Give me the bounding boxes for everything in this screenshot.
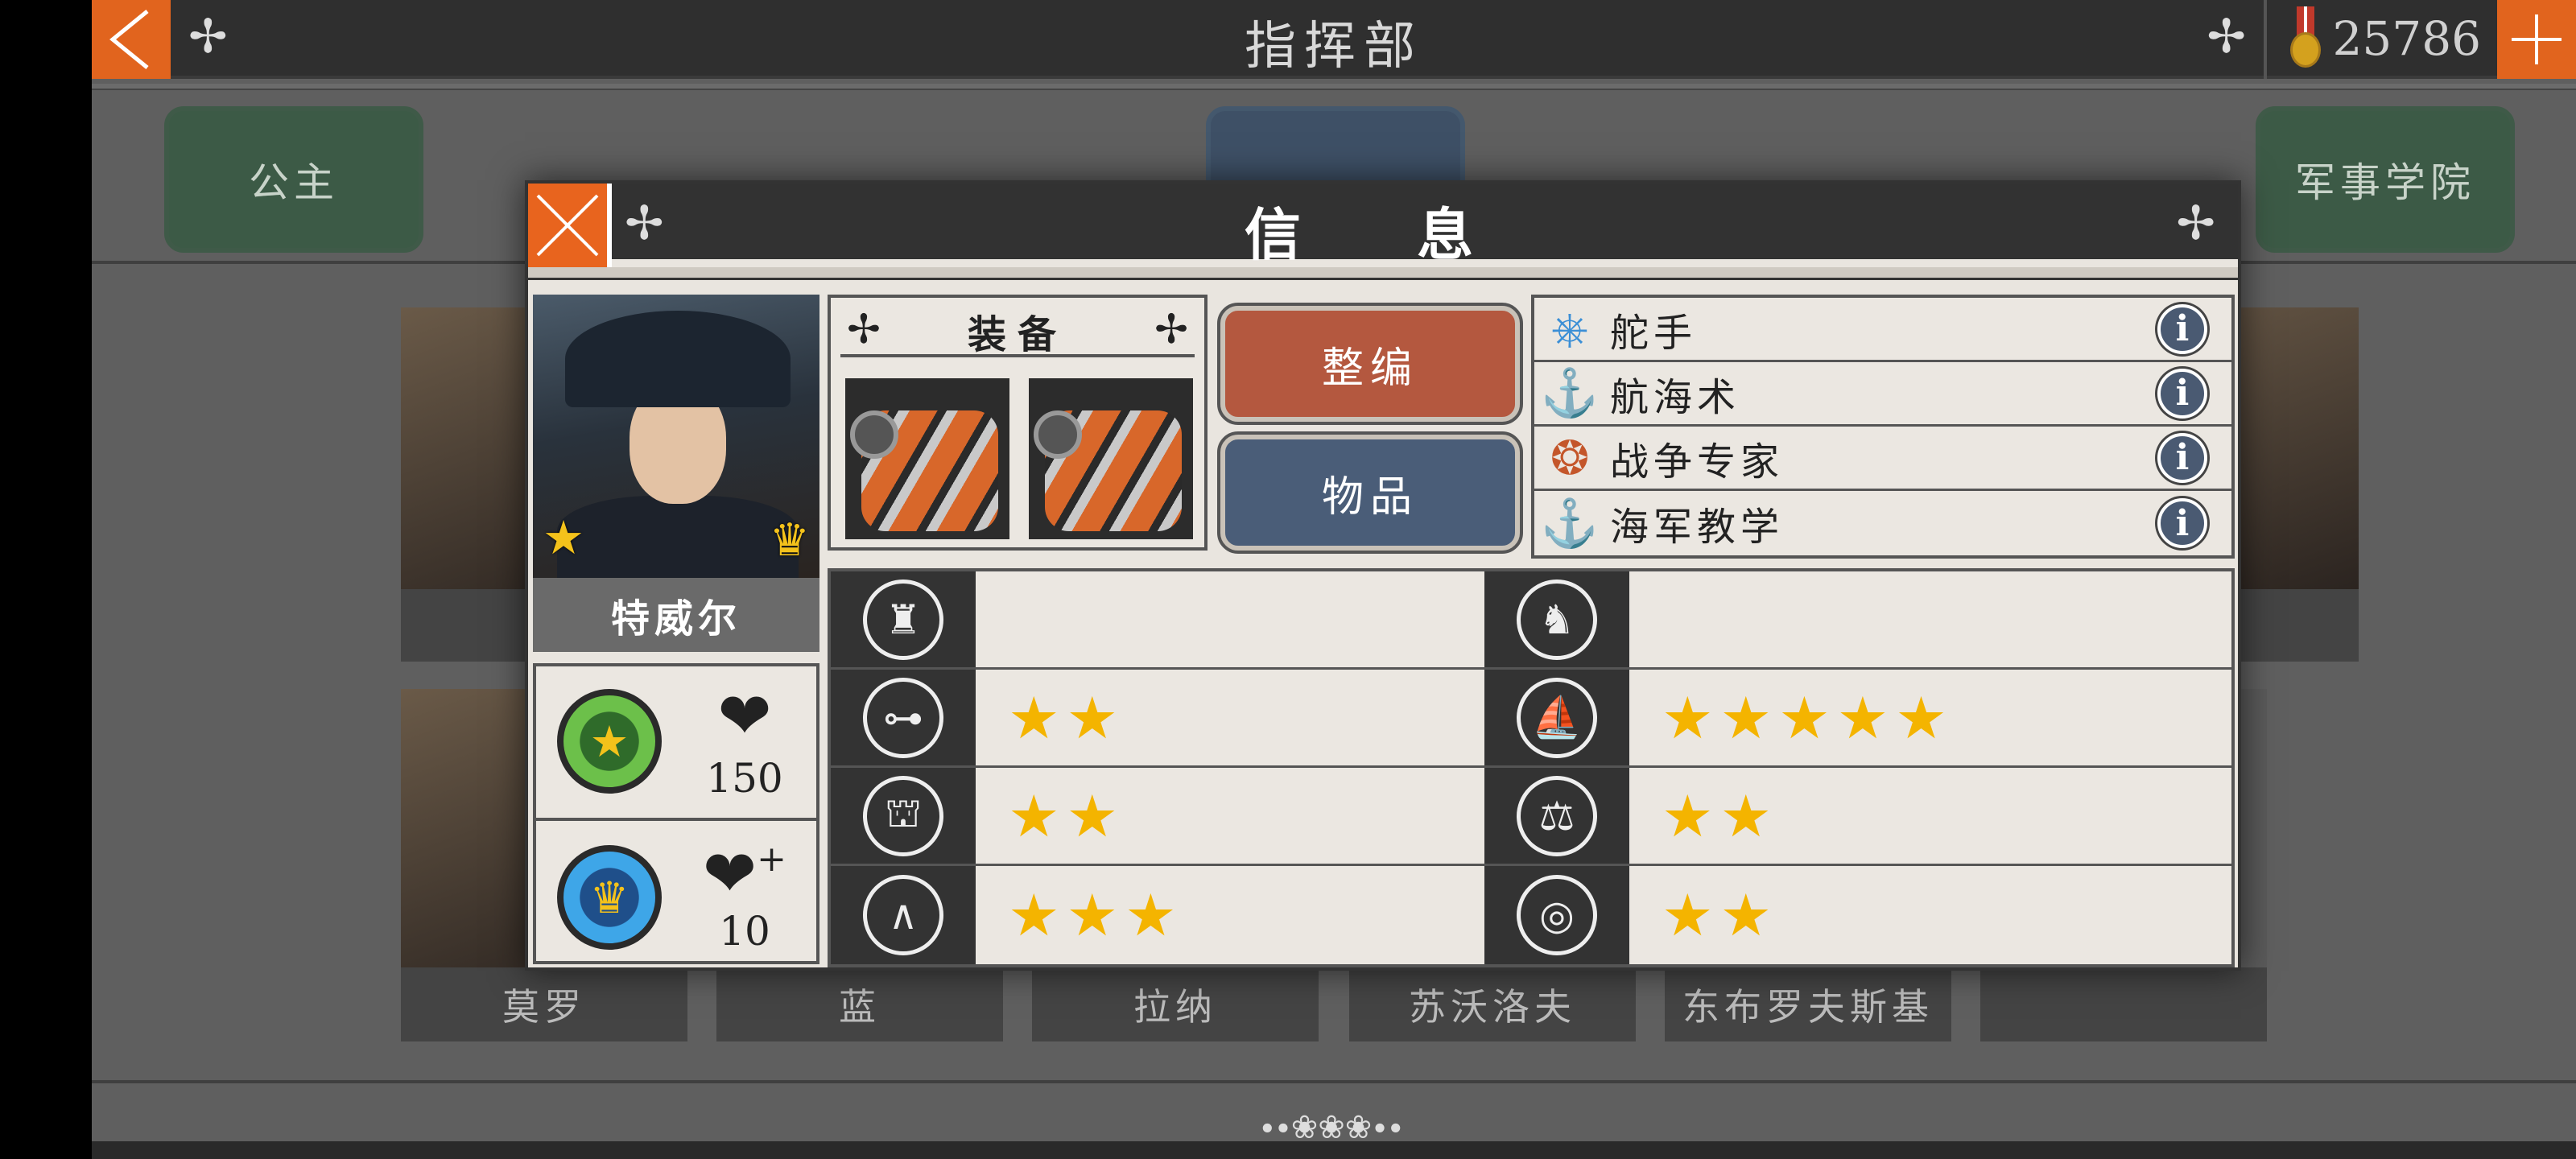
skill-label: 航海术 [1610,374,1741,420]
fleur-icon: ✢ [1154,306,1188,353]
health-value: 150 [706,755,783,802]
helm-icon: ⎈ [1550,301,1589,356]
commander-name[interactable]: 苏沃洛夫 [1349,967,1636,1041]
anchor-icon: ⚓ [1540,495,1600,551]
medal-icon [2289,6,2322,71]
skill-row-war-expert: ❂ 战争专家 i [1534,427,2231,491]
scales-icon: ⚖ [1517,775,1597,856]
equipment-slot-cannon[interactable] [1029,378,1193,539]
chevron-rank-icon: ❂ [1550,430,1590,485]
tab-military-academy[interactable]: 军事学院 [2256,106,2515,253]
fleur-icon: ✢ [2176,196,2215,250]
skill-row-naval-teaching: ⚓ 海军教学 i [1534,491,2231,555]
anchor-icon: ⚓ [1540,365,1600,420]
divider [92,1080,2576,1083]
game-screen: ✢ 指挥部 ✢ 25786 公主 军事学院 拉 尼 莫罗 蓝 拉纳 苏沃洛夫 东… [92,0,2576,1159]
artillery-rating: ★★ [1008,683,1125,752]
rating-row: ♜ ♞ [831,571,2231,670]
top-bar: ✢ 指挥部 ✢ 25786 [92,0,2576,79]
rank-crown-icon: ♛ [557,845,662,950]
rating-row: ∧ ★★★ ◎ ★★ [831,866,2231,964]
reorganize-button[interactable]: 整编 [1217,303,1523,425]
navy-rating: ★★★★★ [1662,683,1954,752]
march-rating: ★★★ [1008,881,1183,949]
gold-amount: 25786 [2332,11,2481,66]
info-icon[interactable]: i [2157,432,2207,483]
info-icon[interactable]: i [2157,303,2207,354]
accuracy-rating: ★★ [1662,881,1779,949]
commander-name[interactable]: 蓝 [716,967,1003,1041]
info-icon[interactable]: i [2157,368,2207,419]
fleur-icon: ✢ [2207,9,2246,64]
commander-name[interactable]: 莫罗 [401,967,687,1041]
skill-label: 战争专家 [1610,439,1785,485]
hero-portrait: ★ ♛ [533,295,819,578]
star-icon: ★ [543,510,584,565]
hero-name: 特威尔 [533,578,819,652]
commander-name[interactable]: 东布罗夫斯基 [1665,967,1951,1041]
hero-stats: ★ ❤ 150 ♛ ❤+ 10 [533,663,819,964]
dialog-header: ✢ 信 息 ✢ [528,184,2238,268]
commander-name[interactable] [1980,967,2267,1041]
defense-rating: ★★ [1008,782,1125,850]
heal-value: 10 [719,908,770,955]
info-icon[interactable]: i [2157,498,2207,548]
skill-label: 舵手 [1610,310,1698,356]
ratings-grid: ♜ ♞ ⊶ ★★ ⛵ ★★★★★ ⛫ ★★ ⚖ ★★ ∧ ★★★ ◎ ★★ [828,568,2235,967]
fort-icon: ⛫ [863,775,943,856]
plus-icon [2512,14,2562,64]
gold-counter: 25786 [2289,6,2481,71]
cannon-icon: ⊶ [863,677,943,758]
tab-princess[interactable]: 公主 [164,106,423,253]
header-border [528,267,2238,280]
march-icon: ∧ [863,875,943,955]
top-bar-border [92,84,2576,90]
skill-row-navigation: ⚓ 航海术 i [1534,362,2231,427]
heal-heart-icon: ❤+ [703,836,786,911]
cavalry-icon: ♞ [1517,579,1597,660]
skill-label: 海军教学 [1610,505,1785,550]
items-button[interactable]: 物品 [1217,431,1523,554]
politics-rating: ★★ [1662,782,1779,850]
dialog-title: 信 息 [1244,201,1522,268]
ship-icon: ⛵ [1517,677,1597,758]
skills-panel: ⎈ 舵手 i ⚓ 航海术 i ❂ 战争专家 i ⚓ 海军教学 i [1531,295,2235,559]
skill-row-helmsman: ⎈ 舵手 i [1534,298,2231,362]
rank-star-icon: ★ [557,689,662,794]
infantry-icon: ♜ [863,579,943,660]
divider [840,354,1195,357]
target-icon: ◎ [1517,875,1597,955]
page-title: 指挥部 [1245,17,1423,76]
add-gold-button[interactable] [2497,0,2576,79]
bottom-tab-strip [92,1141,2576,1159]
info-dialog: ✢ 信 息 ✢ ★ ♛ 特威尔 ★ ❤ 150 ♛ ❤+ 10 ✢ 装备 ✢ 整… [525,180,2241,971]
divider [2264,0,2267,79]
equipment-slot-cannon[interactable] [845,378,1009,539]
rating-row: ⛫ ★★ ⚖ ★★ [831,768,2231,866]
crown-icon: ♛ [769,514,810,567]
equipment-title: 装备 [967,312,1067,357]
divider [536,818,816,821]
commander-name[interactable]: 拉纳 [1032,967,1319,1041]
rating-row: ⊶ ★★ ⛵ ★★★★★ [831,670,2231,768]
heart-icon: ❤ [717,678,772,753]
equipment-panel: ✢ 装备 ✢ [828,295,1208,551]
